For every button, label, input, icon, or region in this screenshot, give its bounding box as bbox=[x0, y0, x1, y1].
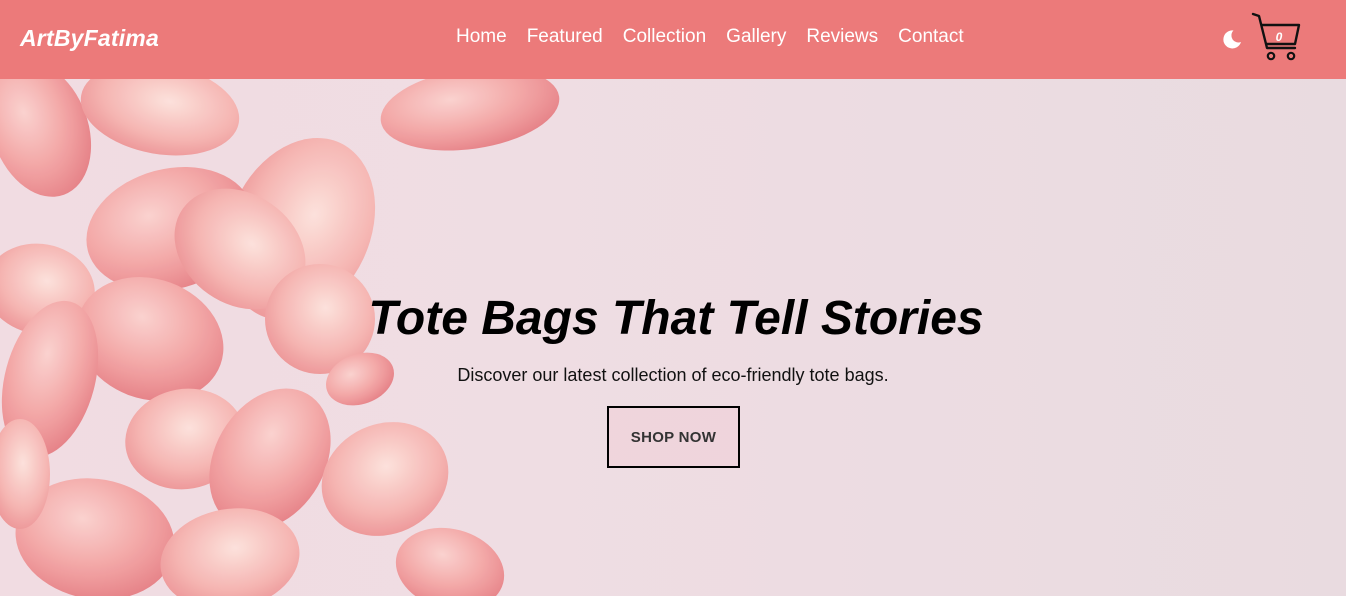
brand-logo[interactable]: ArtByFatima bbox=[20, 25, 159, 52]
cart-count-badge: 0 bbox=[1275, 30, 1283, 44]
nav-link-gallery[interactable]: Gallery bbox=[726, 26, 786, 47]
nav-link-contact[interactable]: Contact bbox=[898, 26, 963, 47]
hero-section: Tote Bags That Tell Stories Discover our… bbox=[0, 79, 1346, 596]
nav-item-contact: Contact bbox=[898, 26, 963, 48]
nav-link-featured[interactable]: Featured bbox=[527, 26, 603, 47]
navbar: ArtByFatima Home Featured Collection Gal… bbox=[0, 0, 1346, 79]
hero-subtitle: Discover our latest collection of eco-fr… bbox=[457, 365, 889, 385]
nav-item-home: Home bbox=[456, 26, 507, 48]
nav-link-collection[interactable]: Collection bbox=[623, 26, 706, 47]
hero-content: Tote Bags That Tell Stories Discover our… bbox=[0, 79, 1346, 596]
nav-item-reviews: Reviews bbox=[806, 26, 878, 48]
nav-link-home[interactable]: Home bbox=[456, 26, 507, 47]
moon-icon[interactable] bbox=[1220, 27, 1244, 51]
nav-item-gallery: Gallery bbox=[726, 26, 786, 48]
nav-item-featured: Featured bbox=[527, 26, 603, 48]
hero-title: Tote Bags That Tell Stories bbox=[368, 292, 984, 345]
shop-now-button[interactable]: SHOP NOW bbox=[607, 406, 740, 468]
nav-links: Home Featured Collection Gallery Reviews… bbox=[456, 26, 984, 48]
nav-link-reviews[interactable]: Reviews bbox=[806, 26, 878, 47]
nav-item-collection: Collection bbox=[623, 26, 706, 48]
